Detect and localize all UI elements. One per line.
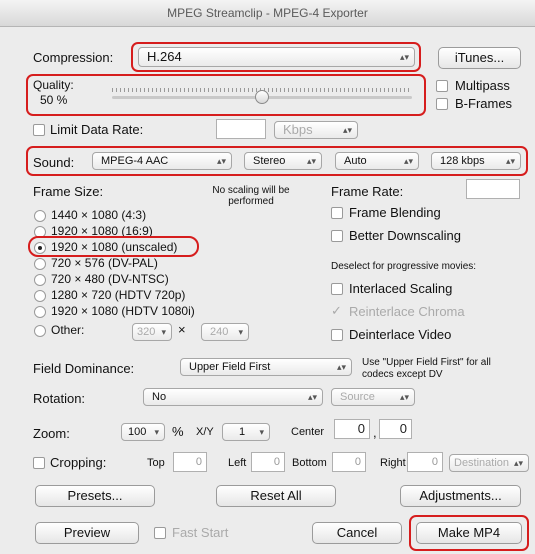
cropping-checkbox[interactable] (33, 457, 45, 469)
deselect-note: Deselect for progressive movies: (331, 261, 477, 272)
center-label: Center (291, 426, 325, 438)
frame-size-radio[interactable] (34, 258, 46, 270)
data-rate-unit-select[interactable]: Kbps ▴▾ (274, 121, 358, 139)
frame-size-label: Frame Size: (33, 184, 104, 199)
other-label: Other: (51, 323, 85, 337)
crop-right-field[interactable]: 0 (407, 452, 443, 472)
other-height-value: 240 (210, 326, 229, 338)
popup-arrow-icon: ▾ (161, 327, 166, 337)
reset-all-button[interactable]: Reset All (216, 485, 336, 507)
data-rate-field[interactable] (216, 119, 266, 139)
crop-left-field[interactable]: 0 (251, 452, 285, 472)
interlaced-scaling-checkbox[interactable] (331, 283, 343, 295)
interlaced-scaling-label: Interlaced Scaling (349, 281, 453, 296)
crop-top-field[interactable]: 0 (173, 452, 207, 472)
center-comma: , (373, 425, 377, 440)
frame-size-radio-other[interactable] (34, 325, 46, 337)
multipass-label: Multipass (455, 78, 510, 93)
frame-rate-label: Frame Rate: (331, 184, 404, 199)
highlight-quality (26, 74, 426, 116)
field-dominance-label: Field Dominance: (33, 361, 135, 376)
zoom-select[interactable]: 100 ▾ (121, 423, 165, 441)
rotation-label: Rotation: (33, 391, 86, 406)
highlight-unscaled (28, 236, 199, 257)
fast-start-checkbox[interactable] (154, 527, 166, 539)
popup-arrows-icon: ▴▾ (336, 362, 346, 372)
crop-bottom-label: Bottom (292, 457, 327, 469)
xy-label: X/Y (196, 426, 214, 438)
frame-blending-label: Frame Blending (349, 205, 441, 220)
frame-size-option: 720 × 576 (DV-PAL) (51, 256, 158, 270)
cropping-label: Cropping: (50, 455, 107, 470)
itunes-button[interactable]: iTunes... (438, 47, 521, 69)
bframes-checkbox[interactable] (436, 98, 448, 110)
popup-arrow-icon: ▾ (259, 427, 264, 437)
fast-start-label: Fast Start (172, 525, 229, 540)
better-downscaling-label: Better Downscaling (349, 228, 461, 243)
crop-top-label: Top (147, 457, 165, 469)
frame-size-radio[interactable] (34, 290, 46, 302)
other-width-select[interactable]: 320 ▾ (132, 323, 172, 341)
popup-arrows-icon: ▴▾ (399, 392, 409, 402)
compression-label: Compression: (33, 50, 114, 65)
field-dominance-note: Use "Upper Field First" for all codecs e… (362, 357, 491, 380)
other-width-value: 320 (137, 326, 156, 338)
window-title: MPEG Streamclip - MPEG-4 Exporter (0, 0, 535, 27)
frame-size-radio[interactable] (34, 306, 46, 318)
popup-arrow-icon: ▾ (238, 327, 243, 337)
frame-size-option: 720 × 480 (DV-NTSC) (51, 272, 169, 286)
crop-destination-value: Destination (454, 457, 510, 469)
crop-right-label: Right (380, 457, 406, 469)
zoom-value: 100 (128, 426, 147, 438)
highlight-sound (26, 146, 528, 176)
popup-arrows-icon: ▴▾ (342, 125, 352, 135)
xy-value: 1 (239, 426, 246, 438)
no-scaling-note: No scaling will be performed (212, 185, 290, 207)
zoom-percent: % (172, 424, 184, 439)
crop-bottom-field[interactable]: 0 (332, 452, 366, 472)
center-y-field[interactable]: 0 (379, 419, 412, 439)
limit-data-rate-checkbox[interactable] (33, 124, 45, 136)
cancel-button[interactable]: Cancel (312, 522, 402, 544)
center-x-field[interactable]: 0 (334, 419, 370, 439)
reinterlace-chroma-label: Reinterlace Chroma (349, 304, 465, 319)
limit-data-rate-label: Limit Data Rate: (50, 122, 144, 137)
rotation-source-select[interactable]: Source ▴▾ (331, 388, 415, 406)
popup-arrows-icon: ▴▾ (307, 392, 317, 402)
data-rate-unit: Kbps (283, 122, 313, 137)
highlight-compression (131, 42, 421, 72)
frame-size-radio[interactable] (34, 274, 46, 286)
rotation-select[interactable]: No ▴▾ (143, 388, 323, 406)
deinterlace-video-label: Deinterlace Video (349, 327, 452, 342)
preview-button[interactable]: Preview (35, 522, 139, 544)
presets-button[interactable]: Presets... (35, 485, 155, 507)
frame-blending-checkbox[interactable] (331, 207, 343, 219)
multipass-checkbox[interactable] (436, 80, 448, 92)
exporter-window: MPEG Streamclip - MPEG-4 Exporter Compre… (0, 0, 535, 554)
frame-size-option: 1920 × 1080 (HDTV 1080i) (51, 304, 195, 318)
better-downscaling-checkbox[interactable] (331, 230, 343, 242)
frame-rate-field[interactable] (466, 179, 520, 199)
frame-size-radio[interactable] (34, 210, 46, 222)
crop-destination-select[interactable]: Destination ▴▾ (449, 454, 529, 472)
field-dominance-value: Upper Field First (189, 361, 271, 373)
highlight-make-mp4 (409, 515, 529, 551)
checkmark-icon: ✓ (331, 303, 342, 318)
crop-left-label: Left (228, 457, 247, 469)
frame-size-option: 1440 × 1080 (4:3) (51, 208, 147, 222)
field-dominance-select[interactable]: Upper Field First ▴▾ (180, 358, 352, 376)
popup-arrow-icon: ▾ (154, 427, 159, 437)
adjustments-button[interactable]: Adjustments... (400, 485, 521, 507)
frame-size-option: 1280 × 720 (HDTV 720p) (51, 288, 186, 302)
bframes-label: B-Frames (455, 96, 513, 111)
other-height-select[interactable]: 240 ▾ (201, 323, 249, 341)
deinterlace-video-checkbox[interactable] (331, 329, 343, 341)
popup-arrows-icon: ▴▾ (513, 458, 523, 468)
other-times-sign: × (178, 322, 186, 337)
rotation-source-value: Source (340, 391, 375, 403)
rotation-value: No (152, 391, 167, 403)
zoom-label: Zoom: (33, 426, 70, 441)
xy-select[interactable]: 1 ▾ (222, 423, 270, 441)
